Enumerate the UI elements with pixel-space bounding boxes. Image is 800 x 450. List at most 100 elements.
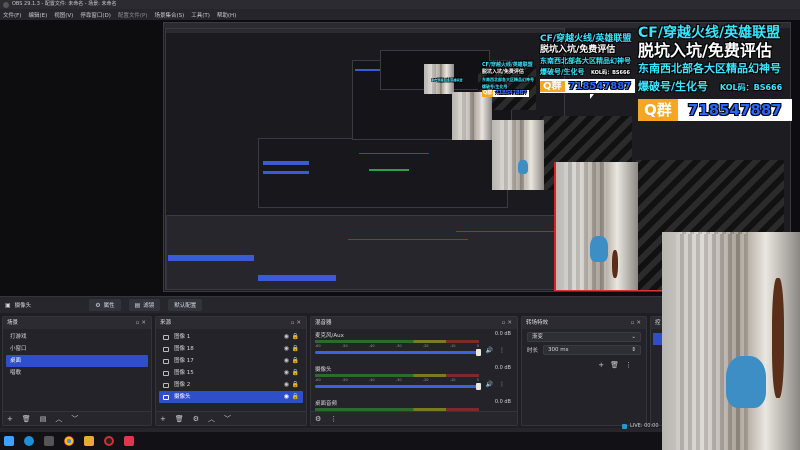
mixer-settings-icon[interactable]: ⚙ [315,415,321,423]
more-options-icon[interactable]: ⋮ [499,381,505,388]
remove-source-icon[interactable]: 🗑 [175,415,184,423]
scene-item[interactable]: 唱歌 [6,367,148,379]
app-icon[interactable] [44,436,54,446]
stepper-icon: ⇕ [631,347,636,353]
source-item[interactable]: 图像 15 ◉ 🔒 [159,367,303,379]
lock-icon[interactable]: 🔒 [292,379,299,391]
volume-icon[interactable]: 🔊 [486,381,493,388]
camera-feed-sm [452,92,492,140]
properties-button[interactable]: ⚙ 属性 [89,299,121,311]
filter-icon: ▤ [134,301,141,309]
source-item[interactable]: 图像 18 ◉ 🔒 [159,343,303,355]
promo-qq-box: Q群 718547887 [638,99,792,121]
dock-float-close-icons[interactable]: ▫✕ [291,317,303,329]
source-settings-icon[interactable]: ⚙ [193,415,199,423]
eye-icon[interactable]: ◉ [284,367,289,379]
volume-icon[interactable]: 🔊 [486,347,493,354]
eye-icon[interactable]: ◉ [284,331,289,343]
lock-icon[interactable]: 🔒 [292,367,299,379]
source-item[interactable]: 图像 17 ◉ 🔒 [159,355,303,367]
promo-overlay-sm: CF/穿越火线/英雄联盟 脱坑入坑/免费评估 东南西北部各大区精品幻神号 爆破号… [482,62,534,97]
eye-icon[interactable]: ◉ [284,391,289,403]
remove-scene-icon[interactable]: 🗑 [22,415,31,423]
duration-input[interactable]: 300 ms ⇕ [543,345,641,355]
scene-item[interactable]: 打游戏 [6,331,148,343]
gear-icon: ⚙ [95,301,101,309]
volume-slider[interactable] [315,383,481,390]
dock-float-close-icons[interactable]: ▫✕ [631,317,643,329]
transition-menu-icon[interactable]: ⋮ [625,361,638,369]
chevron-down-icon: ⌄ [631,334,636,340]
title-bar: OBS 29.1.3 - 配置文件: 未命名 - 场景: 未命名 [0,0,800,9]
add-transition-icon[interactable]: + [598,361,610,369]
lock-icon[interactable]: 🔒 [292,343,299,355]
volume-slider-handle[interactable] [476,383,481,390]
mixer-menu-icon[interactable]: ⋮ [330,415,337,423]
menu-help[interactable]: 帮助(H) [217,11,236,19]
mouse-cursor-icon-2 [726,116,730,121]
source-item-selected[interactable]: 摄像头 ◉ 🔒 [159,391,303,403]
menu-edit[interactable]: 编辑(E) [28,11,47,19]
mouse-cursor-icon [590,94,594,99]
eye-icon[interactable]: ◉ [284,379,289,391]
move-up-icon[interactable]: ︿ [208,414,215,424]
add-source-icon[interactable]: + [160,415,166,423]
chrome-icon[interactable] [64,436,74,446]
lock-icon[interactable]: 🔒 [292,355,299,367]
eye-icon[interactable]: ◉ [284,355,289,367]
more-options-icon[interactable]: ⋮ [499,347,505,354]
camera-feed-lg [554,162,638,290]
transitions-dock: 转场特效 ▫✕ 渐变 ⌄ 时长 300 ms ⇕ +🗑⋮ [521,316,647,426]
live-indicator-icon [622,423,627,429]
level-meter [315,340,479,343]
menu-tools[interactable]: 工具(T) [191,11,210,19]
add-scene-icon[interactable]: + [7,415,13,423]
menu-docks[interactable]: 停靠窗口(D) [80,11,111,19]
menu-view[interactable]: 视图(V) [54,11,73,19]
promo-line-4: 爆破号/生化号 [638,80,709,93]
file-explorer-icon[interactable] [84,436,94,446]
menu-scene-collection[interactable]: 场景集合(S) [154,11,184,19]
dock-float-close-icons[interactable]: ▫✕ [502,317,514,329]
filters-button[interactable]: ▤ 滤镜 [128,299,161,311]
camera-icon: ▣ [5,301,11,309]
window-title: OBS 29.1.3 - 配置文件: 未命名 - 场景: 未命名 [12,1,117,7]
image-icon [163,382,169,388]
obs-logo-icon [3,1,9,8]
remove-transition-icon[interactable]: 🗑 [610,361,625,369]
lock-icon[interactable]: 🔒 [292,391,299,403]
promo-line-1: CF/穿越火线/英雄联盟 [638,25,781,41]
camera-feed-overlay [662,234,800,450]
windows-start-icon[interactable] [4,436,14,446]
obs-icon[interactable] [104,436,114,446]
source-item[interactable]: 图像 2 ◉ 🔒 [159,379,303,391]
menu-profile[interactable]: 配置文件(P) [118,11,148,19]
eye-icon[interactable]: ◉ [284,343,289,355]
scene-item[interactable]: 小窗口 [6,343,148,355]
meter-ticks: -60 -50 -40 -30 -20 -10 0 [315,378,479,382]
promo-line-2: 脱坑入坑/免费评估 [638,41,772,60]
lock-icon[interactable]: 🔒 [292,331,299,343]
volume-slider-handle[interactable] [476,349,481,356]
promo-line-3: 东南西北部各大区精品幻神号 [638,62,781,75]
menu-file[interactable]: 文件(F) [3,11,21,19]
default-button[interactable]: 默认配置 [168,299,203,311]
dock-float-close-icons[interactable]: ▫✕ [136,317,148,329]
edge-browser-icon[interactable] [24,436,34,446]
transition-type-select[interactable]: 渐变 ⌄ [527,332,641,342]
source-item[interactable]: 图像 1 ◉ 🔒 [159,331,303,343]
mixer-channel: 麦克风/Aux 0.0 dB -60 -50 -40 -30 -20 -10 0 🔊 ⋮ [315,331,511,356]
transitions-title: 转场特效 [526,320,549,326]
scene-item-selected[interactable]: 桌面 [6,355,148,367]
live-status: LIVE: 00:00 [622,423,659,429]
streaming-app-icon[interactable] [124,436,134,446]
move-up-icon[interactable]: ︿ [55,414,62,424]
scene-filters-icon[interactable]: ▤ [40,415,47,423]
volume-slider[interactable] [315,349,481,356]
promo-kol: KOL码：BS666 [719,83,783,92]
image-icon [163,358,169,364]
preview-red-line [554,290,664,291]
scenes-title: 场景 [7,320,19,326]
move-down-icon[interactable]: ﹀ [71,414,78,424]
move-down-icon[interactable]: ﹀ [224,414,231,424]
